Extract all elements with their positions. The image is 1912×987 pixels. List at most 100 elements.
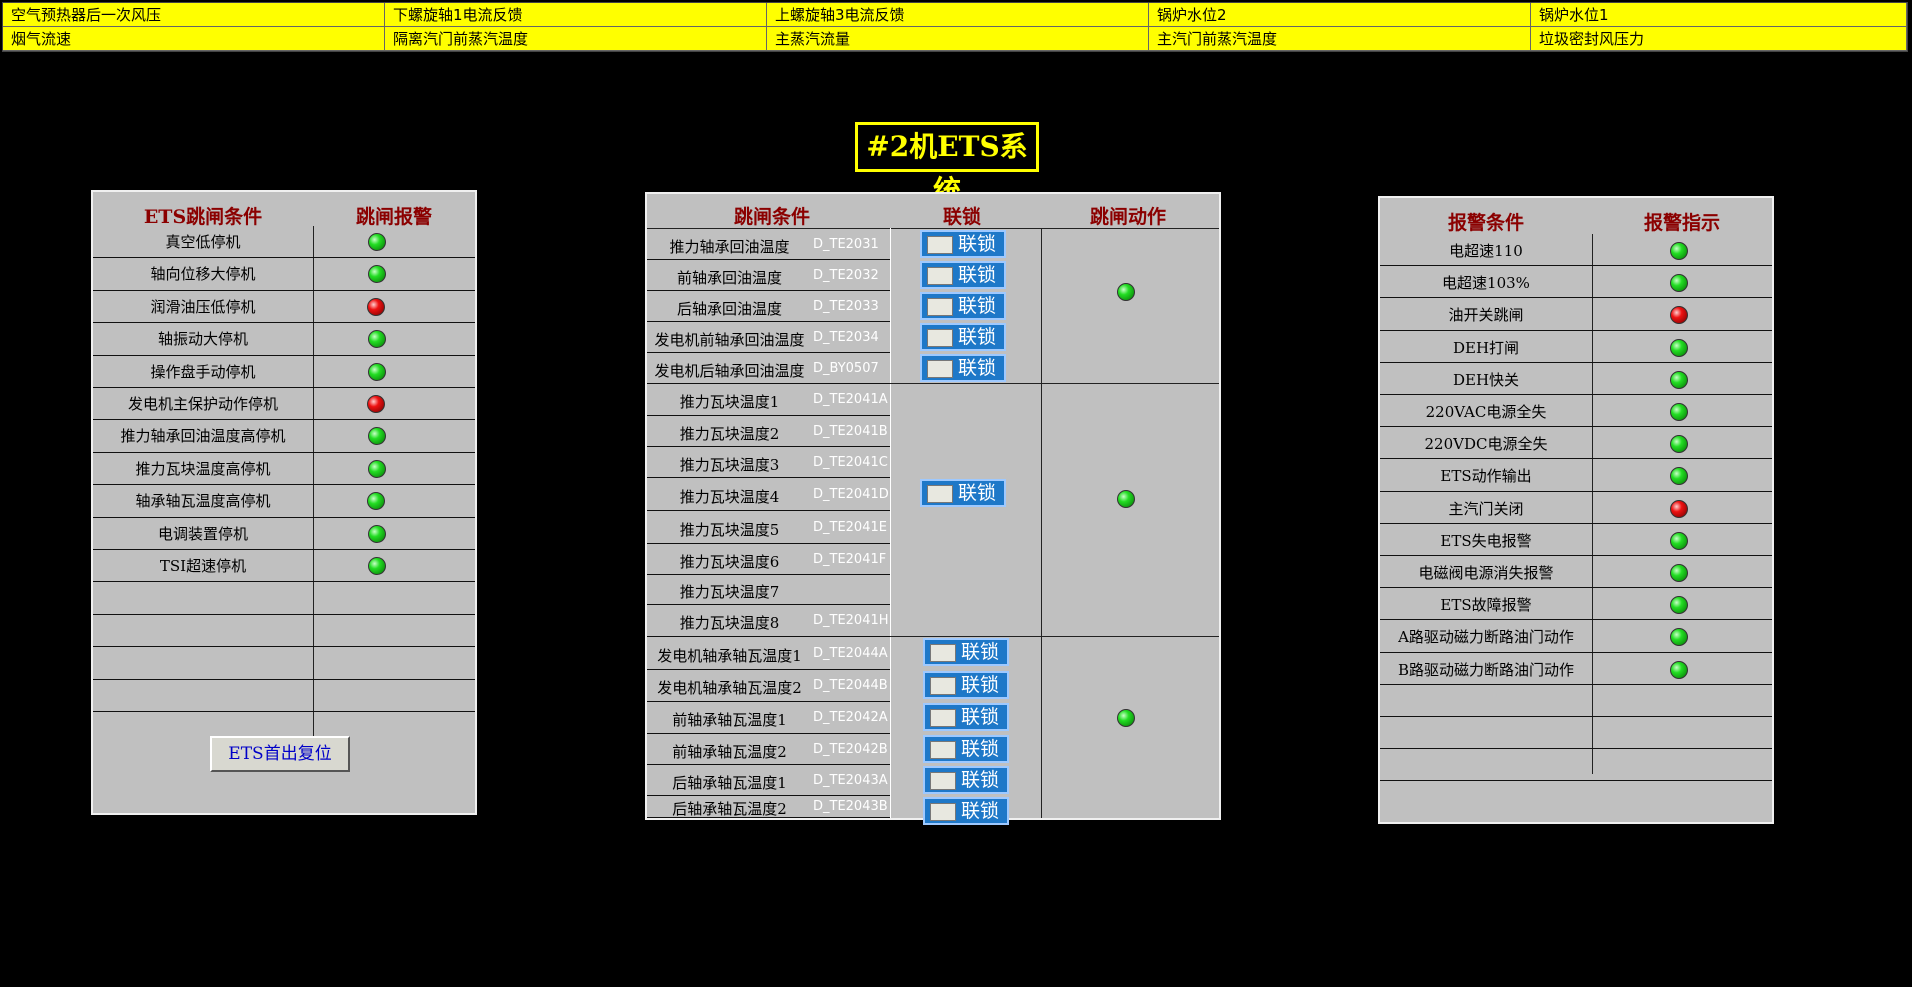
alarm-cell[interactable]: 主汽门前蒸汽温度 [1149, 27, 1531, 51]
tag-code: D_TE2043B [813, 799, 888, 814]
interlock-label: 联锁 [958, 357, 997, 379]
alarm-cell[interactable]: 上螺旋轴3电流反馈 [767, 3, 1149, 27]
trip-interlock-panel: 跳闸条件 联锁 跳闸动作 推力轴承回油温度 D_TE2031 前轴承回油温度 D_TE… [645, 192, 1221, 825]
tag-code: D_TE2041E [813, 519, 887, 535]
trip-condition-label: 后轴承回油温度 [676, 299, 782, 318]
table-row: 前轴承回油温度 D_TE2032 [647, 260, 890, 291]
ets-trip-conditions-panel: ETS跳闸条件 跳闸报警 真空低停机 轴向位移大停机 润滑油压低停机 轴振动大停机 操作… [91, 190, 477, 815]
table-row: A路驱动磁力断路油门动作 [1380, 620, 1772, 653]
alarm-condition-label: 220VAC电源全失 [1425, 403, 1547, 421]
status-indicator-icon [367, 492, 385, 511]
alarm-condition-label: 电超速110 [1449, 242, 1523, 260]
interlock-label: 联锁 [958, 264, 997, 286]
alarm-cell[interactable]: 烟气流速 [3, 27, 385, 51]
interlock-label: 联锁 [961, 738, 1000, 760]
interlock-toggle-button[interactable]: 联锁 [923, 638, 1009, 666]
alarm-indicator-icon [1670, 370, 1688, 389]
interlock-label: 联锁 [961, 800, 1000, 822]
table-row: 推力瓦块温度6 D_TE2041F [647, 544, 890, 575]
tag-code: D_TE2032 [813, 267, 879, 283]
interlock-toggle-button[interactable]: 联锁 [920, 479, 1006, 507]
alarm-indicator-icon [1670, 435, 1688, 454]
interlock-toggle-button[interactable]: 联锁 [920, 292, 1006, 320]
status-indicator-icon [368, 362, 386, 381]
table-row: ETS动作输出 [1380, 459, 1772, 492]
interlock-checkbox[interactable] [927, 267, 953, 285]
alarm-cell[interactable]: 垃圾密封风压力 [1531, 27, 1907, 51]
alarm-condition-label: A路驱动磁力断路油门动作 [1398, 628, 1574, 647]
alarm-condition-label: 主汽门关闭 [1448, 499, 1524, 518]
interlock-toggle-button[interactable]: 联锁 [920, 261, 1006, 289]
interlock-label: 联锁 [961, 706, 1000, 728]
table-row: 发电机轴承轴瓦温度1 D_TE2044A [647, 637, 890, 670]
table-row: 后轴承回油温度 D_TE2033 [647, 291, 890, 322]
interlock-checkbox[interactable] [930, 709, 956, 727]
alarm-indicator-icon [1670, 403, 1688, 421]
alarm-cell[interactable]: 锅炉水位1 [1531, 3, 1907, 27]
table-row: 推力瓦块温度7 [647, 575, 890, 605]
trip-condition-label: 前轴承轴瓦温度2 [672, 742, 787, 761]
ets-first-out-reset-button[interactable]: ETS首出复位 [210, 736, 350, 772]
table-row [1380, 685, 1772, 717]
interlock-checkbox[interactable] [927, 298, 953, 316]
table-row: 220VDC电源全失 [1380, 427, 1772, 460]
table-row: 操作盘手动停机 [93, 356, 475, 388]
table-row: 推力轴承回油温度高停机 [93, 420, 475, 453]
table-row: 主汽门关闭 [1380, 492, 1772, 524]
interlock-checkbox[interactable] [927, 236, 953, 254]
interlock-toggle-button[interactable]: 联锁 [923, 797, 1009, 825]
table-row: 电调装置停机 [93, 518, 475, 550]
table-row [93, 615, 475, 648]
page-title: #2机ETS系统 [855, 122, 1039, 207]
interlock-checkbox[interactable] [927, 360, 953, 378]
interlock-checkbox[interactable] [927, 329, 953, 347]
table-row: B路驱动磁力断路油门动作 [1380, 653, 1772, 685]
interlock-toggle-button[interactable]: 联锁 [923, 735, 1009, 763]
table-row [93, 582, 475, 615]
interlock-toggle-button[interactable]: 联锁 [923, 703, 1009, 731]
interlock-toggle-button[interactable]: 联锁 [920, 323, 1006, 351]
interlock-checkbox[interactable] [930, 772, 956, 790]
alarm-indicator-icon [1670, 628, 1688, 647]
table-row: 推力瓦块温度4 D_TE2041D [647, 478, 890, 511]
trip-action-indicator-icon [1117, 283, 1135, 301]
status-indicator-icon [368, 524, 386, 543]
trip-condition-label: 发电机轴承轴瓦温度1 [657, 646, 802, 665]
alarm-indicator-icon [1670, 306, 1688, 325]
trip-condition-label: 推力瓦块温度5 [679, 520, 780, 539]
trip-condition-label: 电调装置停机 [157, 524, 248, 543]
table-row: 前轴承轴瓦温度2 D_TE2042B [647, 734, 890, 765]
trip-condition-label: 推力瓦块温度3 [679, 455, 780, 474]
alarm-cell[interactable]: 空气预热器后一次风压 [3, 3, 385, 27]
alarm-cell[interactable]: 隔离汽门前蒸汽温度 [385, 27, 767, 51]
status-indicator-icon [367, 395, 385, 413]
alarm-cell[interactable]: 下螺旋轴1电流反馈 [385, 3, 767, 27]
interlock-toggle-button[interactable]: 联锁 [920, 230, 1006, 258]
alarm-cell[interactable]: 锅炉水位2 [1149, 3, 1531, 27]
interlock-toggle-button[interactable]: 联锁 [923, 766, 1009, 794]
trip-action-indicator-icon [1117, 490, 1135, 508]
trip-condition-label: 真空低停机 [165, 233, 241, 251]
alarm-condition-label: ETS失电报警 [1440, 531, 1532, 550]
trip-condition-label: 推力瓦块温度7 [679, 583, 780, 601]
table-row: 发电机前轴承回油温度 D_TE2034 [647, 322, 890, 353]
alarm-cell[interactable]: 主蒸汽流量 [767, 27, 1149, 51]
table-row: 电超速103% [1380, 266, 1772, 299]
interlock-checkbox[interactable] [930, 741, 956, 759]
interlock-checkbox[interactable] [927, 485, 953, 503]
interlock-checkbox[interactable] [930, 644, 956, 662]
trip-condition-label: 后轴承轴瓦温度1 [672, 773, 787, 792]
trip-condition-label: 发电机前轴承回油温度 [654, 330, 805, 349]
interlock-toggle-button[interactable]: 联锁 [923, 671, 1009, 699]
status-indicator-icon [368, 265, 386, 284]
interlock-toggle-button[interactable]: 联锁 [920, 354, 1006, 382]
table-row: 推力瓦块温度1 D_TE2041A [647, 384, 890, 416]
tag-code: D_BY0507 [813, 360, 879, 376]
interlock-checkbox[interactable] [930, 803, 956, 821]
tag-code: D_TE2041A [813, 392, 888, 407]
table-row [1380, 749, 1772, 782]
interlock-checkbox[interactable] [930, 677, 956, 695]
alarm-indicator-icon [1670, 467, 1688, 486]
column-header: 报警条件 [1447, 212, 1524, 234]
trip-action-indicator-icon [1117, 709, 1135, 727]
